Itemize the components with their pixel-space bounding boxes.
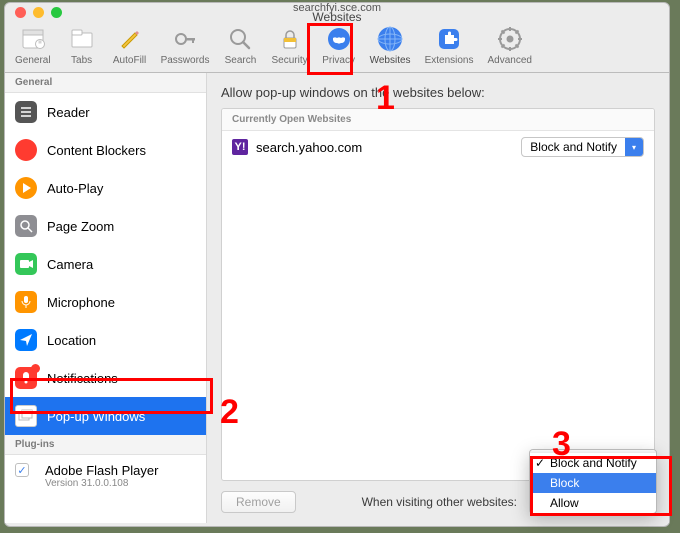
window-title: Websites xyxy=(5,13,669,22)
sidebar-item-plugin-flash[interactable]: ✓ Adobe Flash Player Version 31.0.0.108 xyxy=(5,455,206,497)
chevron-updown-icon: ▾ xyxy=(625,138,643,156)
sidebar-item-content-blockers[interactable]: Content Blockers xyxy=(5,131,206,169)
remove-button[interactable]: Remove xyxy=(221,491,296,513)
sidebar: General Reader Content Blockers Auto-Pla… xyxy=(5,73,207,523)
sidebar-item-auto-play[interactable]: Auto-Play xyxy=(5,169,206,207)
main-heading: Allow pop-up windows on the websites bel… xyxy=(221,85,655,100)
extensions-icon xyxy=(435,25,463,53)
sidebar-item-label: Notifications xyxy=(47,371,118,386)
zoom-icon xyxy=(15,215,37,237)
toolbar-advanced-label: Advanced xyxy=(487,55,531,66)
plugin-name: Adobe Flash Player xyxy=(45,463,158,478)
websites-icon xyxy=(376,25,404,53)
sidebar-item-label: Location xyxy=(47,333,96,348)
microphone-icon xyxy=(15,291,37,313)
search-icon xyxy=(226,25,254,53)
panel-header: Currently Open Websites xyxy=(222,109,654,131)
plugin-checkbox[interactable]: ✓ xyxy=(15,463,29,477)
popup-windows-icon xyxy=(15,405,37,427)
sidebar-item-notifications[interactable]: Notifications xyxy=(5,359,206,397)
toolbar-extensions-label: Extensions xyxy=(425,55,474,66)
stop-icon xyxy=(15,139,37,161)
website-row[interactable]: Y! search.yahoo.com Block and Notify ▾ xyxy=(222,131,654,163)
toolbar-passwords-label: Passwords xyxy=(161,55,210,66)
toolbar-tabs-label: Tabs xyxy=(71,55,92,66)
sidebar-header-plugins: Plug-ins xyxy=(5,435,206,455)
websites-panel: Currently Open Websites Y! search.yahoo.… xyxy=(221,108,655,481)
other-websites-dropdown[interactable]: Block and Notify Block Allow xyxy=(529,449,657,514)
sidebar-item-camera[interactable]: Camera xyxy=(5,245,206,283)
sidebar-item-reader[interactable]: Reader xyxy=(5,93,206,131)
sidebar-item-page-zoom[interactable]: Page Zoom xyxy=(5,207,206,245)
toolbar-tabs[interactable]: Tabs xyxy=(65,25,99,66)
titlebar: searchfyi.sce.com Websites xyxy=(5,3,669,21)
toolbar-general[interactable]: General xyxy=(15,25,51,66)
dropdown-item-allow[interactable]: Allow xyxy=(530,493,656,513)
sidebar-item-label: Microphone xyxy=(47,295,115,310)
policy-select-value: Block and Notify xyxy=(522,140,625,154)
notifications-badge xyxy=(31,364,40,373)
toolbar-privacy-label: Privacy xyxy=(322,55,355,66)
privacy-icon xyxy=(325,25,353,53)
policy-select[interactable]: Block and Notify ▾ xyxy=(521,137,644,157)
dropdown-item-block-notify[interactable]: Block and Notify xyxy=(530,453,656,473)
toolbar-websites[interactable]: Websites xyxy=(370,25,411,66)
toolbar-autofill-label: AutoFill xyxy=(113,55,146,66)
sidebar-item-label: Reader xyxy=(47,105,90,120)
website-domain: search.yahoo.com xyxy=(256,140,362,155)
tabs-icon xyxy=(68,25,96,53)
toolbar-extensions[interactable]: Extensions xyxy=(425,25,474,66)
security-icon xyxy=(276,25,304,53)
toolbar-advanced[interactable]: Advanced xyxy=(487,25,531,66)
sidebar-item-popup-windows[interactable]: Pop-up Windows xyxy=(5,397,206,435)
plugin-version: Version 31.0.0.108 xyxy=(45,478,158,489)
other-websites-label: When visiting other websites: xyxy=(306,495,517,509)
general-icon xyxy=(19,25,47,53)
sidebar-item-location[interactable]: Location xyxy=(5,321,206,359)
location-icon xyxy=(15,329,37,351)
yahoo-favicon: Y! xyxy=(232,139,248,155)
toolbar-security-label: Security xyxy=(271,55,307,66)
dropdown-item-block[interactable]: Block xyxy=(530,473,656,493)
toolbar-privacy[interactable]: Privacy xyxy=(322,25,356,66)
sidebar-item-label: Content Blockers xyxy=(47,143,146,158)
advanced-icon xyxy=(496,25,524,53)
toolbar-autofill[interactable]: AutoFill xyxy=(113,25,147,66)
toolbar-security[interactable]: Security xyxy=(271,25,307,66)
play-icon xyxy=(15,177,37,199)
sidebar-item-microphone[interactable]: Microphone xyxy=(5,283,206,321)
preferences-window: searchfyi.sce.com Websites General Tabs … xyxy=(4,2,670,527)
toolbar-search[interactable]: Search xyxy=(223,25,257,66)
camera-icon xyxy=(15,253,37,275)
toolbar-search-label: Search xyxy=(225,55,257,66)
autofill-icon xyxy=(116,25,144,53)
toolbar-websites-label: Websites xyxy=(370,55,411,66)
toolbar: General Tabs AutoFill Passwords Search xyxy=(5,21,669,73)
reader-icon xyxy=(15,101,37,123)
passwords-icon xyxy=(171,25,199,53)
sidebar-item-label: Pop-up Windows xyxy=(47,409,145,424)
toolbar-passwords[interactable]: Passwords xyxy=(161,25,210,66)
sidebar-item-label: Auto-Play xyxy=(47,181,103,196)
sidebar-header-general: General xyxy=(5,73,206,93)
toolbar-general-label: General xyxy=(15,55,51,66)
sidebar-item-label: Page Zoom xyxy=(47,219,114,234)
sidebar-item-label: Camera xyxy=(47,257,93,272)
